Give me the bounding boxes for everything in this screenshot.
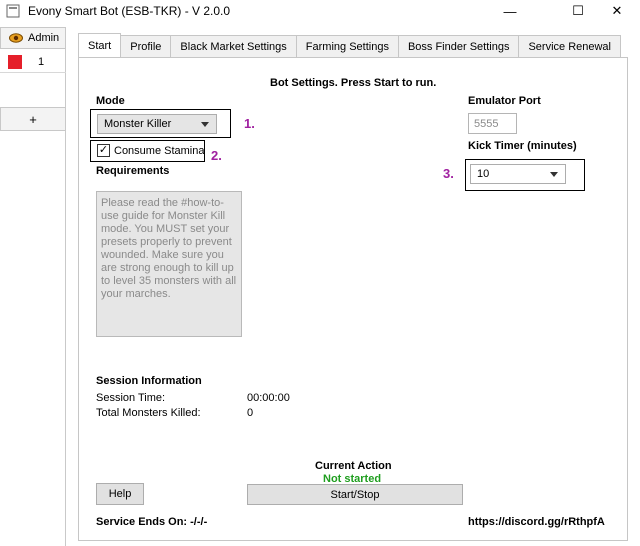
consume-stamina-label: Consume Stamina	[114, 145, 205, 157]
tab-black-market-settings[interactable]: Black Market Settings	[170, 35, 297, 57]
kick-timer-select[interactable]: 10	[470, 164, 566, 184]
emulator-port-label: Emulator Port	[468, 95, 541, 107]
requirements-label: Requirements	[96, 165, 170, 177]
account-sidebar: Admin 1 +	[0, 27, 66, 546]
chevron-down-icon	[201, 122, 209, 127]
add-account-button[interactable]: +	[0, 107, 66, 131]
monsters-killed-value: 0	[247, 407, 254, 419]
window-title: Evony Smart Bot (ESB-TKR) - V 2.0.0	[28, 4, 231, 18]
panel-heading: Bot Settings. Press Start to run.	[270, 77, 437, 89]
session-info-label: Session Information	[96, 375, 202, 387]
admin-label: Admin	[28, 32, 60, 44]
mode-select-value: Monster Killer	[104, 118, 172, 130]
admin-button[interactable]: Admin	[0, 27, 66, 49]
account-status-indicator	[8, 55, 22, 69]
mode-label: Mode	[96, 95, 125, 107]
annotation-label-2: 2.	[211, 148, 222, 163]
tab-bar: Start Profile Black Market Settings Farm…	[78, 33, 621, 57]
kick-timer-label: Kick Timer (minutes)	[468, 140, 577, 152]
close-button[interactable]: ✕	[594, 0, 640, 22]
annotation-label-3: 3.	[443, 166, 454, 181]
session-time-label: Session Time:	[96, 392, 166, 404]
tab-service-renewal[interactable]: Service Renewal	[518, 35, 621, 57]
start-stop-button[interactable]: Start/Stop	[247, 484, 463, 505]
monsters-killed-label: Total Monsters Killed:	[96, 407, 201, 419]
current-action-label: Current Action	[315, 460, 392, 472]
account-item[interactable]: 1	[0, 51, 66, 73]
mode-select[interactable]: Monster Killer	[97, 114, 217, 134]
help-button[interactable]: Help	[96, 483, 144, 505]
tab-boss-finder-settings[interactable]: Boss Finder Settings	[397, 35, 520, 57]
annotation-label-1: 1.	[244, 116, 255, 131]
kick-timer-select-value: 10	[477, 168, 490, 180]
tab-start[interactable]: Start	[78, 33, 122, 57]
title-bar: Evony Smart Bot (ESB-TKR) - V 2.0.0 — ☐ …	[0, 0, 640, 22]
minimize-button[interactable]: —	[487, 0, 533, 22]
app-icon	[6, 4, 20, 18]
discord-link[interactable]: https://discord.gg/rRthpfA	[468, 516, 605, 528]
start-tab-panel: Bot Settings. Press Start to run. Mode M…	[78, 57, 628, 541]
tab-profile[interactable]: Profile	[120, 35, 172, 57]
service-ends-label: Service Ends On: -/-/-	[96, 516, 208, 528]
eye-icon	[9, 33, 23, 43]
tab-farming-settings[interactable]: Farming Settings	[295, 35, 399, 57]
account-number: 1	[38, 56, 45, 68]
emulator-port-input[interactable]: 5555	[468, 113, 517, 134]
consume-stamina-checkbox[interactable]: ✓	[97, 144, 110, 157]
chevron-down-icon	[550, 172, 558, 177]
requirements-textbox: Please read the #how-to-use guide for Mo…	[96, 191, 242, 337]
session-time-value: 00:00:00	[247, 392, 290, 404]
